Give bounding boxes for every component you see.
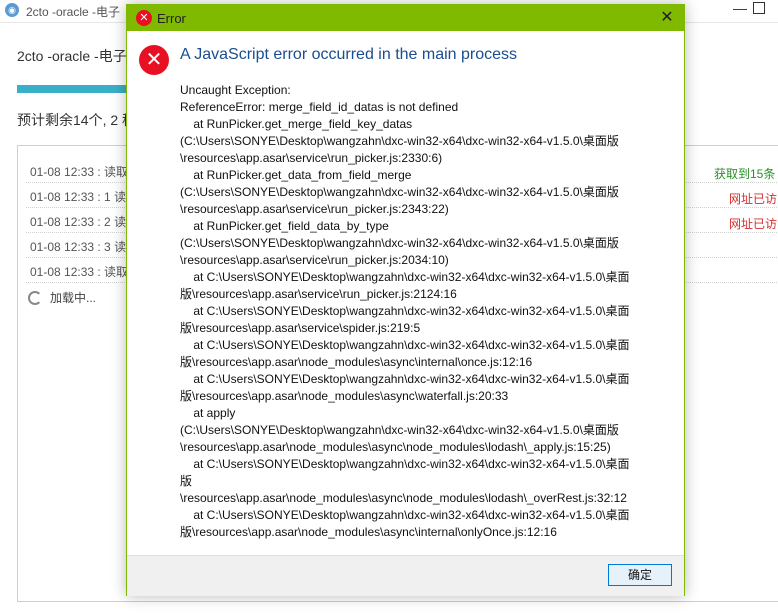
minimize-button[interactable]: — xyxy=(732,0,748,18)
dialog-footer: 确定 xyxy=(127,555,684,596)
dialog-titlebar[interactable]: ✕ Error ✕ xyxy=(127,5,684,31)
status-error: 网址已访 xyxy=(729,217,778,231)
spinner-icon xyxy=(28,291,42,305)
error-dialog: ✕ Error ✕ ✕ A JavaScript error occurred … xyxy=(126,4,685,596)
loading-text: 加载中... xyxy=(50,291,97,305)
log-row-text: 01-08 12:33 : 3 读 xyxy=(30,240,127,254)
remaining-text: 预计剩余14个, 2 秒 xyxy=(17,112,137,128)
error-large-icon: ✕ xyxy=(139,45,169,75)
loading-indicator: 加载中... xyxy=(28,289,96,306)
log-row-text: 01-08 12:33 : 1 读 xyxy=(30,190,127,204)
status-success: 获取到15条 xyxy=(714,167,776,181)
progress-fill xyxy=(17,85,127,93)
task-header: 2cto -oracle -电子 xyxy=(17,48,127,64)
log-row-text: 01-08 12:33 : 读取 xyxy=(30,165,129,179)
status-error: 网址已访 xyxy=(729,192,778,206)
dialog-body: ✕ A JavaScript error occurred in the mai… xyxy=(127,31,684,555)
dialog-title: Error xyxy=(157,11,186,26)
error-heading: A JavaScript error occurred in the main … xyxy=(180,46,518,63)
error-message: Uncaught Exception: ReferenceError: merg… xyxy=(180,83,630,539)
log-row-text: 01-08 12:33 : 2 读 xyxy=(30,215,127,229)
app-logo-icon: ◉ xyxy=(5,3,19,17)
app-title: 2cto -oracle -电子 xyxy=(26,5,121,19)
maximize-button[interactable] xyxy=(753,2,765,14)
error-icon: ✕ xyxy=(136,10,152,26)
ok-button[interactable]: 确定 xyxy=(608,564,672,586)
task-progress-bar xyxy=(17,85,127,93)
close-icon[interactable]: ✕ xyxy=(657,8,677,28)
log-row-text: 01-08 12:33 : 读取 xyxy=(30,265,129,279)
